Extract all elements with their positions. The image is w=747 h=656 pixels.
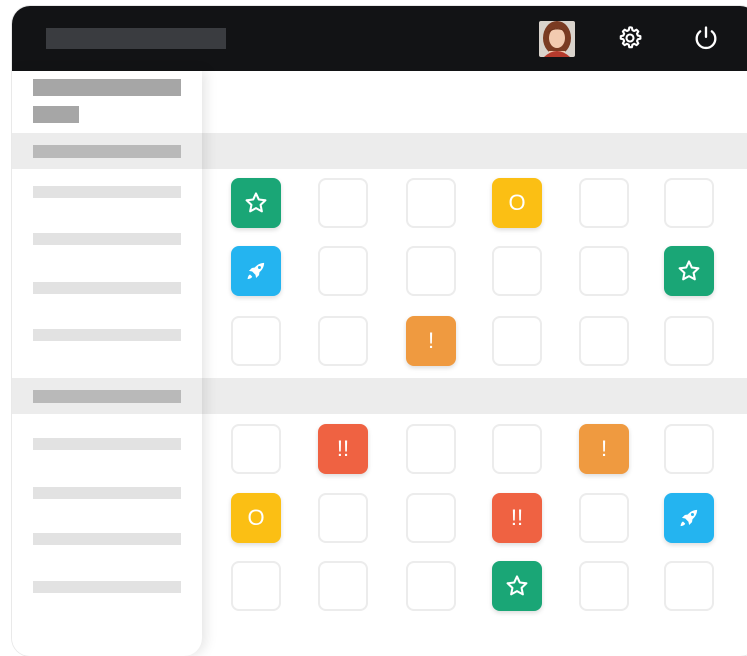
cell-label: O bbox=[247, 505, 265, 530]
star-icon bbox=[506, 575, 528, 596]
empty-cell[interactable] bbox=[406, 424, 456, 474]
star-cell[interactable] bbox=[231, 178, 281, 228]
sidebar-section-2 bbox=[12, 378, 202, 414]
user-avatar[interactable] bbox=[539, 21, 575, 57]
empty-cell[interactable] bbox=[492, 424, 542, 474]
empty-cell[interactable] bbox=[664, 561, 714, 611]
sidebar-item-placeholder[interactable] bbox=[33, 533, 181, 545]
cell-label: O bbox=[508, 190, 526, 215]
empty-cell[interactable] bbox=[231, 424, 281, 474]
sidebar-item-placeholder[interactable] bbox=[33, 438, 181, 450]
rocket-cell[interactable] bbox=[664, 493, 714, 543]
empty-cell[interactable] bbox=[579, 316, 629, 366]
empty-cell[interactable] bbox=[579, 493, 629, 543]
empty-cell[interactable] bbox=[406, 178, 456, 228]
cell-label: ! bbox=[600, 436, 608, 461]
empty-cell[interactable] bbox=[318, 561, 368, 611]
settings-gear-icon[interactable] bbox=[616, 24, 644, 52]
empty-cell[interactable] bbox=[664, 316, 714, 366]
exclamation-cell[interactable]: ! bbox=[406, 316, 456, 366]
rocket-icon bbox=[247, 262, 265, 280]
sidebar-item-placeholder[interactable] bbox=[33, 282, 181, 294]
empty-cell[interactable] bbox=[579, 178, 629, 228]
star-icon bbox=[678, 260, 700, 281]
sidebar-item-placeholder[interactable] bbox=[33, 186, 181, 198]
cell-label: !! bbox=[336, 436, 350, 461]
sidebar-title-placeholder bbox=[33, 79, 181, 96]
app-title-placeholder bbox=[46, 28, 226, 49]
power-icon[interactable] bbox=[692, 24, 720, 52]
empty-cell[interactable] bbox=[231, 561, 281, 611]
empty-cell[interactable] bbox=[406, 246, 456, 296]
empty-cell[interactable] bbox=[231, 316, 281, 366]
empty-cell[interactable] bbox=[318, 246, 368, 296]
empty-cell[interactable] bbox=[318, 493, 368, 543]
empty-cell[interactable] bbox=[406, 561, 456, 611]
double-exclamation-cell[interactable]: !! bbox=[318, 424, 368, 474]
sidebar-section-1 bbox=[12, 133, 202, 169]
double-exclamation-cell[interactable]: !! bbox=[492, 493, 542, 543]
avatar-portrait-icon bbox=[539, 21, 575, 57]
empty-cell[interactable] bbox=[664, 178, 714, 228]
empty-cell[interactable] bbox=[579, 561, 629, 611]
empty-cell[interactable] bbox=[664, 424, 714, 474]
empty-cell[interactable] bbox=[492, 246, 542, 296]
star-cell[interactable] bbox=[664, 246, 714, 296]
sidebar-item-placeholder[interactable] bbox=[33, 329, 181, 341]
exclamation-cell[interactable]: ! bbox=[579, 424, 629, 474]
sidebar-subtitle-placeholder bbox=[33, 106, 79, 123]
empty-cell[interactable] bbox=[406, 493, 456, 543]
empty-cell[interactable] bbox=[579, 246, 629, 296]
sidebar bbox=[12, 71, 202, 656]
star-cell[interactable] bbox=[492, 561, 542, 611]
sidebar-item-placeholder[interactable] bbox=[33, 581, 181, 593]
o-mark-cell[interactable]: O bbox=[492, 178, 542, 228]
rocket-icon bbox=[680, 509, 698, 527]
empty-cell[interactable] bbox=[318, 178, 368, 228]
cell-label: ! bbox=[427, 328, 435, 353]
empty-cell[interactable] bbox=[492, 316, 542, 366]
star-icon bbox=[245, 192, 267, 213]
app-window: O!!!! O!! bbox=[12, 6, 747, 656]
sidebar-section-1-label-placeholder bbox=[33, 145, 181, 158]
o-mark-cell[interactable]: O bbox=[231, 493, 281, 543]
sidebar-item-placeholder[interactable] bbox=[33, 487, 181, 499]
empty-cell[interactable] bbox=[318, 316, 368, 366]
cell-label: !! bbox=[510, 505, 524, 530]
top-bar bbox=[12, 6, 747, 71]
sidebar-section-2-label-placeholder bbox=[33, 390, 181, 403]
rocket-cell[interactable] bbox=[231, 246, 281, 296]
sidebar-item-placeholder[interactable] bbox=[33, 233, 181, 245]
